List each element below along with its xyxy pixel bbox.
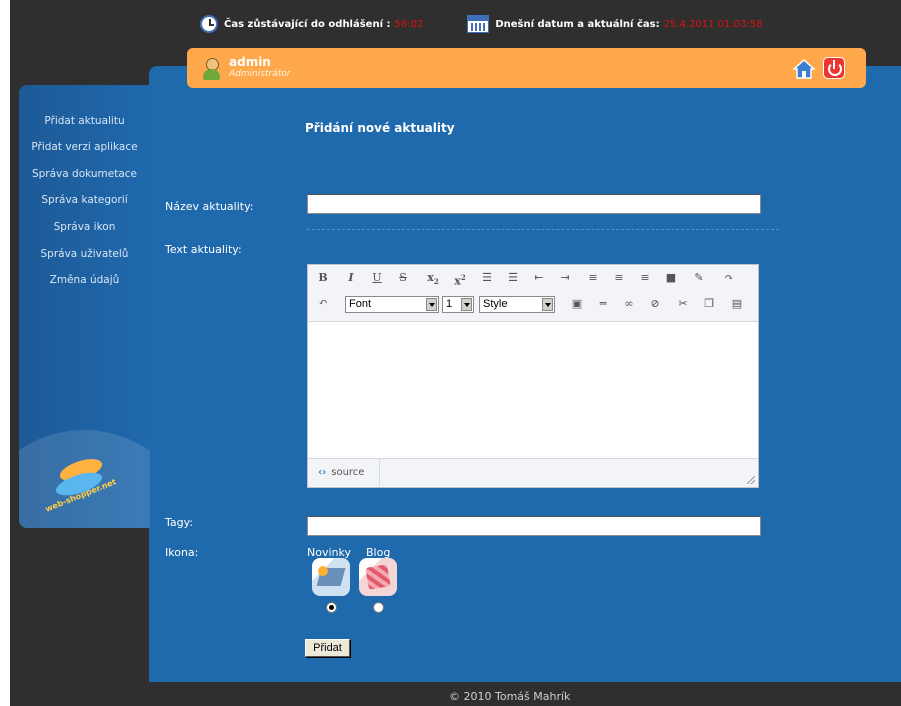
chevron-down-icon [461, 298, 472, 311]
clock-icon [200, 15, 218, 33]
sidebar-item-categories[interactable]: Správa kategorií [19, 194, 150, 206]
session-time-value: 56:02 [394, 18, 424, 30]
user-avatar-icon [202, 58, 220, 80]
logout-icon[interactable] [823, 57, 845, 79]
newspaper-icon[interactable] [312, 558, 350, 596]
image-icon[interactable]: ▣ [570, 297, 584, 311]
news-name-label: Název aktuality: [165, 200, 254, 213]
ordered-list-icon[interactable]: ☰ [480, 271, 494, 285]
align-left-icon[interactable]: ≡ [586, 271, 600, 285]
session-time-label: Čas zůstávající do odhlášení : [224, 18, 391, 30]
tags-label: Tagy: [165, 516, 194, 529]
align-center-icon[interactable]: ≡ [612, 271, 626, 285]
font-select[interactable]: Font [345, 296, 439, 313]
icon-label: Ikona: [165, 546, 199, 559]
align-right-icon[interactable]: ≡ [638, 271, 652, 285]
rich-text-editor[interactable]: B I U S x2 x2 ☰ ☰ ⇤ ⇥ ≡ ≡ ≡ ■ ✎ ↷ ↶ Font… [307, 264, 759, 488]
bold-icon[interactable]: B [316, 271, 330, 285]
news-text-label: Text aktuality: [165, 243, 242, 256]
footer-copyright: © 2010 Tomáš Mahrík [449, 690, 571, 703]
user-name: admin [229, 55, 271, 69]
undo-icon[interactable]: ↶ [316, 296, 330, 310]
source-label: source [331, 467, 365, 478]
indent-icon[interactable]: ⇥ [558, 271, 572, 285]
source-code-icon: ‹› [318, 467, 327, 478]
current-date-value: 25.4.2011 01:03:58 [663, 18, 763, 30]
unordered-list-icon[interactable]: ☰ [506, 271, 520, 285]
font-select-value: Font [349, 298, 372, 310]
italic-icon[interactable]: I [344, 271, 358, 285]
divider [307, 229, 779, 230]
size-select-value: 1 [446, 298, 453, 310]
blog-pencil-icon[interactable] [359, 558, 397, 596]
copy-icon[interactable]: ❐ [702, 297, 716, 311]
editor-toolbar: B I U S x2 x2 ☰ ☰ ⇤ ⇥ ≡ ≡ ≡ ■ ✎ ↷ ↶ Font… [308, 265, 758, 322]
page-title: Přidání nové aktuality [305, 121, 455, 135]
link-icon[interactable]: ∞ [622, 297, 636, 311]
strikethrough-icon[interactable]: S [396, 271, 410, 285]
sidebar: Přidat aktualitu Přidat verzi aplikace S… [19, 85, 150, 528]
remove-format-icon[interactable]: ✎ [692, 271, 706, 285]
current-date-label: Dnešní datum a aktuální čas: [495, 18, 660, 30]
sidebar-item-add-news[interactable]: Přidat aktualitu [19, 115, 150, 127]
icon-radio-novinky[interactable] [326, 602, 337, 613]
style-select-value: Style [483, 298, 508, 310]
size-select[interactable]: 1 [442, 296, 474, 313]
sidebar-item-documentation[interactable]: Správa dokumetace [19, 168, 150, 180]
sidebar-item-icons[interactable]: Správa ikon [19, 221, 150, 233]
news-name-input[interactable] [307, 194, 761, 214]
source-button[interactable]: ‹› source [308, 459, 380, 486]
resize-grip-icon[interactable] [747, 476, 755, 484]
session-info-bar: Čas zůstávající do odhlášení : 56:02 Dne… [200, 14, 763, 34]
editor-statusbar: ‹› source [308, 458, 758, 487]
subscript-icon[interactable]: x2 [426, 271, 440, 289]
horizontal-rule-icon[interactable]: ═ [596, 297, 610, 311]
sidebar-item-add-app-version[interactable]: Přidat verzi aplikace [19, 141, 150, 153]
calendar-icon [467, 15, 490, 33]
cut-icon[interactable]: ✂ [676, 297, 690, 311]
redo-icon[interactable]: ↷ [722, 271, 736, 285]
submit-button[interactable]: Přidat [305, 639, 350, 657]
outdent-icon[interactable]: ⇤ [532, 271, 546, 285]
site-logo: web-shopper.net [37, 454, 125, 525]
unlink-icon[interactable]: ⊘ [648, 297, 662, 311]
chevron-down-icon [542, 298, 553, 311]
chevron-down-icon [426, 298, 437, 311]
tags-input[interactable] [307, 516, 761, 536]
superscript-icon[interactable]: x2 [453, 271, 467, 289]
align-justify-icon[interactable]: ■ [664, 271, 678, 285]
sidebar-item-users[interactable]: Správa uživatelů [19, 248, 150, 260]
icon-radio-blog[interactable] [373, 602, 384, 613]
user-role: Administrátor [229, 69, 291, 79]
style-select[interactable]: Style [479, 296, 555, 313]
paste-icon[interactable]: ▤ [730, 297, 744, 311]
underline-icon[interactable]: U [370, 271, 384, 285]
user-bar: admin Administrátor [187, 48, 866, 88]
sidebar-item-change-details[interactable]: Změna údajů [19, 274, 150, 286]
home-icon[interactable] [793, 59, 815, 79]
